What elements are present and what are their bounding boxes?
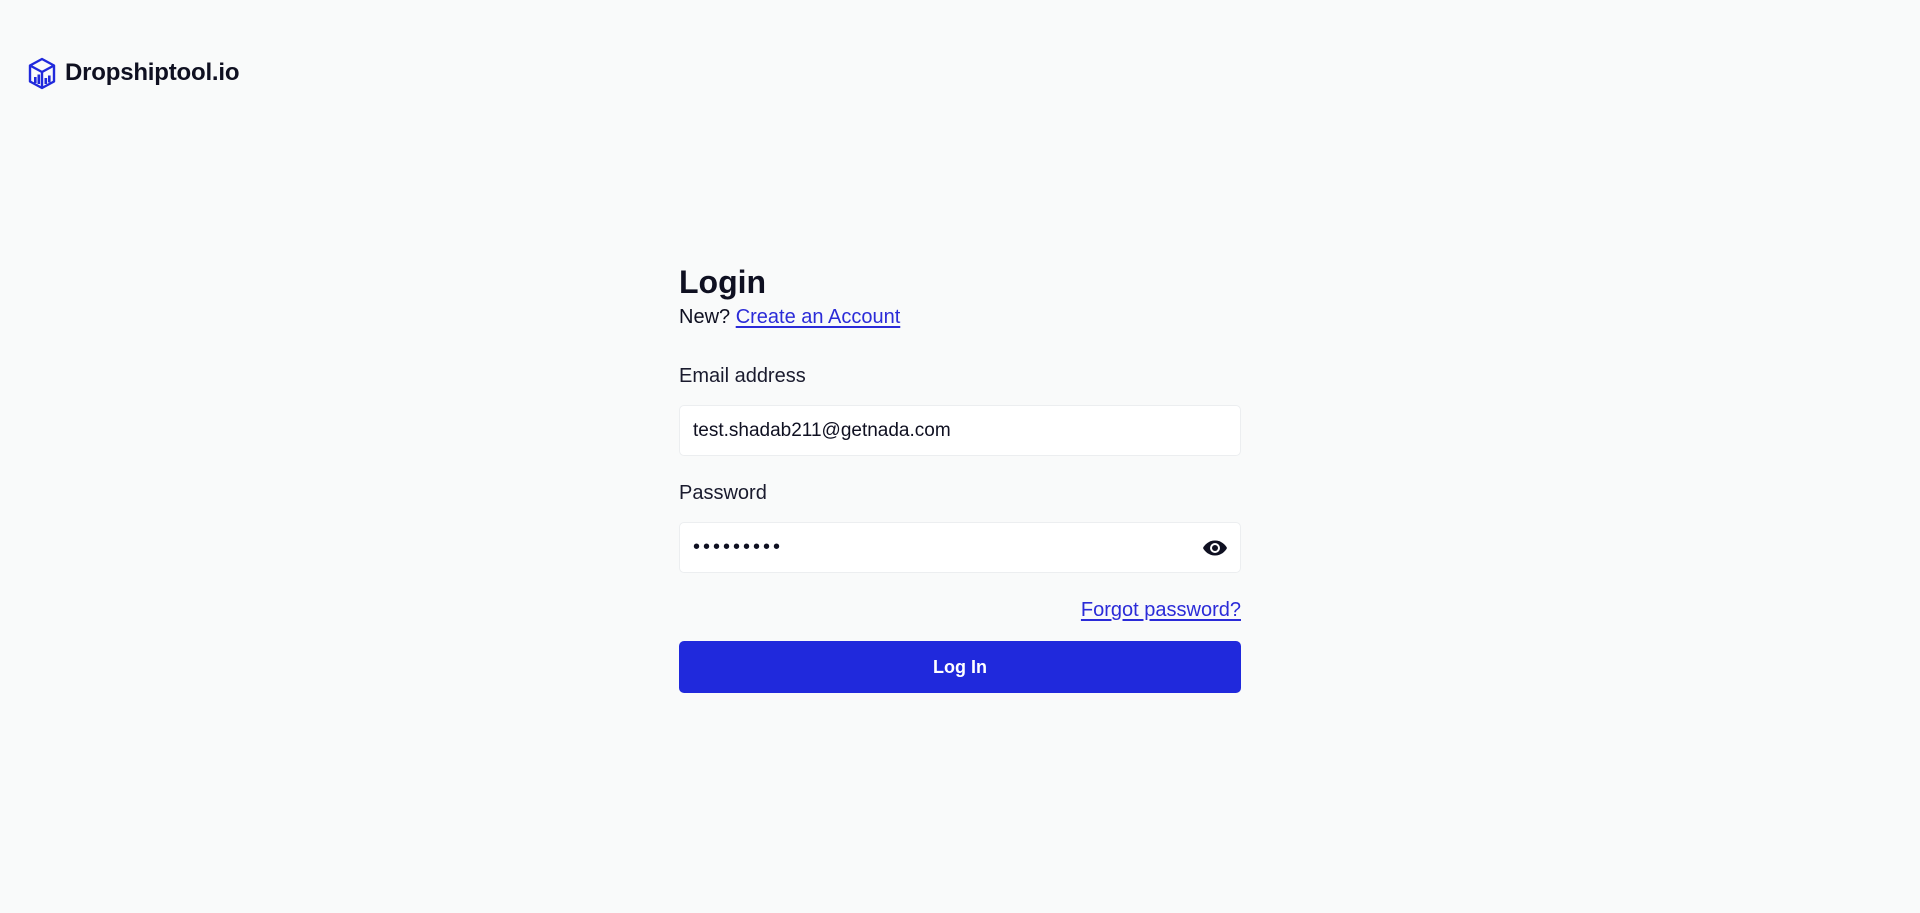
signup-prompt: New? Create an Account <box>679 304 1241 330</box>
forgot-password-link[interactable]: Forgot password? <box>1081 599 1241 621</box>
email-field[interactable] <box>680 406 1240 455</box>
password-label: Password <box>679 482 767 504</box>
brand-name: Dropshiptool.io <box>65 59 240 86</box>
password-field-container <box>679 522 1241 573</box>
password-field[interactable] <box>680 523 1240 572</box>
brand[interactable]: Dropshiptool.io <box>26 56 240 90</box>
cube-chart-icon <box>26 56 58 90</box>
login-form: Login New? Create an Account Email addre… <box>679 260 1241 693</box>
forgot-password-row: Forgot password? <box>679 597 1241 623</box>
email-label: Email address <box>679 365 806 387</box>
login-button[interactable]: Log In <box>679 641 1241 693</box>
email-field-container <box>679 405 1241 456</box>
eye-icon[interactable] <box>1202 535 1228 561</box>
page-title: Login <box>679 264 767 300</box>
create-account-link[interactable]: Create an Account <box>736 306 901 328</box>
new-user-label: New? <box>679 306 731 328</box>
